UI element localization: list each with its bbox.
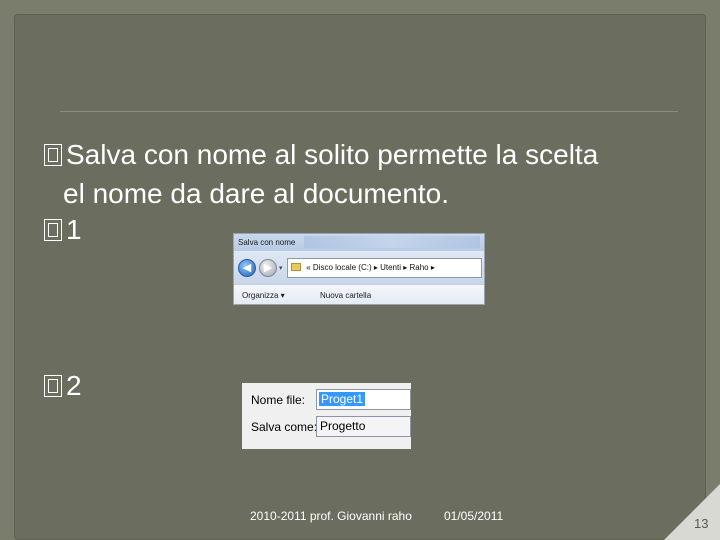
save-as-label: Salva come: [251,420,318,434]
forward-arrow-icon[interactable]: ▶ [259,259,277,277]
bullet-3-text: 2 [66,370,82,401]
history-dropdown-icon[interactable]: ▾ [279,264,283,272]
file-name-input[interactable]: Proget1 [316,389,411,410]
bullet-marker-icon [44,144,62,166]
address-separator: ▸ [373,263,378,272]
address-crumb-users[interactable]: Utenti [380,263,401,272]
folder-icon [291,263,301,271]
footer-date: 01/05/2011 [444,509,504,523]
page-number: 13 [694,516,709,531]
address-prefix: « [306,263,311,272]
file-name-label: Nome file: [251,393,306,407]
address-bar[interactable]: « Disco locale (C:) ▸ Utenti ▸ Raho ▸ [287,258,482,278]
bullet-2: 1 [44,214,82,246]
back-arrow-icon[interactable]: ◀ [238,259,256,277]
titlebar-blur [304,236,480,248]
address-crumb-drive[interactable]: Disco locale (C:) [313,263,372,272]
title-divider [60,111,678,112]
address-separator: ▸ [403,263,408,272]
address-crumb-user[interactable]: Raho [409,263,428,272]
bullet-2-text: 1 [66,214,82,245]
dialog-title: Salva con nome [238,238,296,247]
bullet-3: 2 [44,370,82,402]
footer-author: 2010-2011 prof. Giovanni raho [250,509,412,523]
navigation-bar: ◀ ▶ ▾ « Disco locale (C:) ▸ Utenti ▸ Rah… [234,251,484,284]
save-as-select[interactable]: Progetto [316,416,411,437]
new-folder-button[interactable]: Nuova cartella [320,285,371,304]
save-dialog-header-screenshot: Salva con nome ◀ ▶ ▾ « Disco locale (C:)… [233,233,485,305]
dialog-toolbar: Organizza ▾ Nuova cartella [234,284,484,304]
dialog-titlebar: Salva con nome [234,234,484,251]
filename-fields-screenshot: Nome file: Proget1 Salva come: Progetto [242,383,411,449]
page-curl [664,484,720,540]
file-name-value: Proget1 [319,392,366,406]
bullet-1-text: Salva con nome al solito permette la sce… [66,139,599,170]
bullet-marker-icon [44,219,62,241]
save-as-value: Progetto [320,419,366,433]
bullet-1-continuation: el nome da dare al documento. [63,178,450,209]
organize-button[interactable]: Organizza ▾ [242,285,285,304]
bullet-1: Salva con nome al solito permette la sce… [44,139,598,171]
address-separator: ▸ [430,263,435,272]
bullet-marker-icon [44,375,62,397]
